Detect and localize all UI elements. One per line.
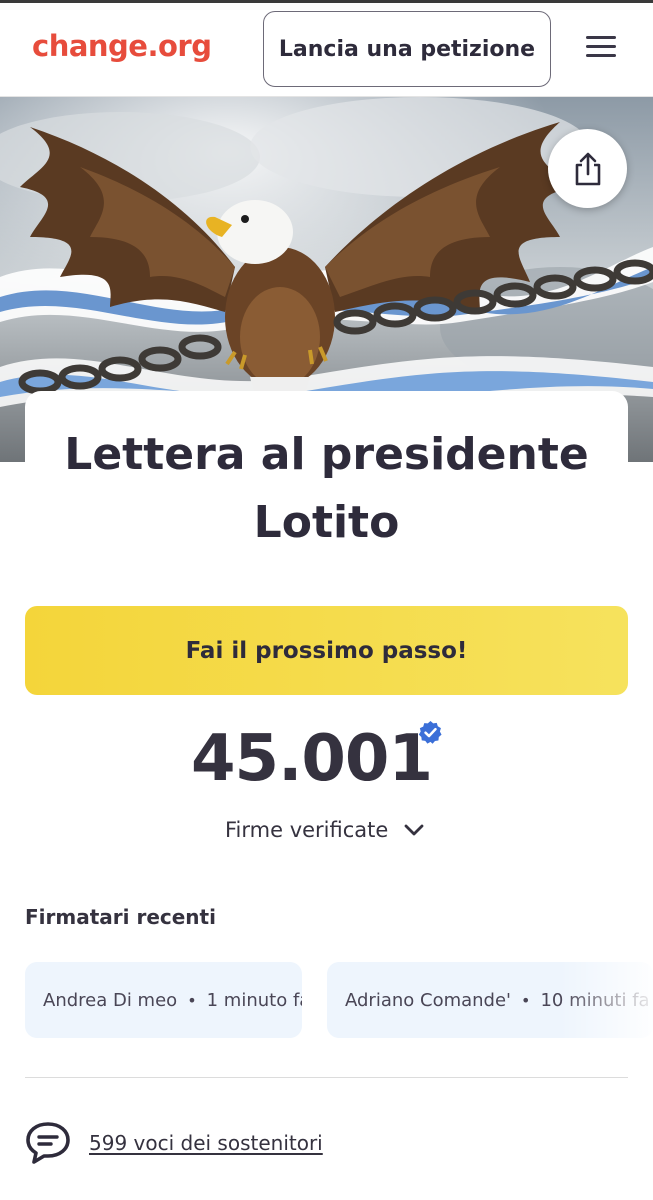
- verified-badge-icon: [418, 721, 442, 744]
- section-divider: [25, 1077, 628, 1078]
- signer-time: 1 minuto fa: [206, 989, 302, 1011]
- hamburger-menu-icon[interactable]: [586, 36, 618, 62]
- petition-title: Lettera al presidente Lotito: [64, 429, 589, 548]
- share-button[interactable]: [548, 129, 627, 208]
- carousel-fade: [560, 962, 653, 1038]
- recent-signers-heading: Firmatari recenti: [25, 905, 216, 929]
- supporter-voices-label: 599 voci dei sostenitori: [89, 1131, 323, 1155]
- petition-title-card: Lettera al presidente Lotito: [25, 391, 628, 571]
- separator-dot: •: [187, 990, 197, 1010]
- share-icon: [575, 152, 600, 185]
- next-step-button[interactable]: Fai il prossimo passo!: [25, 606, 628, 695]
- separator-dot: •: [521, 990, 531, 1010]
- signature-count: 45.001: [191, 722, 433, 796]
- verified-signatures-toggle[interactable]: Firme verificate: [225, 815, 424, 845]
- verified-signatures-label: Firme verificate: [225, 818, 389, 842]
- site-header: change.org Lancia una petizione: [0, 3, 653, 97]
- signer-name: Adriano Comande': [345, 989, 511, 1011]
- change-org-logo[interactable]: change.org: [32, 29, 212, 63]
- chevron-down-icon: [404, 824, 424, 836]
- speech-bubble-icon: [26, 1122, 70, 1164]
- supporter-voices-link[interactable]: 599 voci dei sostenitori: [25, 1120, 323, 1166]
- signer-name: Andrea Di meo: [43, 989, 178, 1011]
- recent-signer-chip: Andrea Di meo • 1 minuto fa: [25, 962, 302, 1038]
- start-petition-button[interactable]: Lancia una petizione: [263, 11, 551, 87]
